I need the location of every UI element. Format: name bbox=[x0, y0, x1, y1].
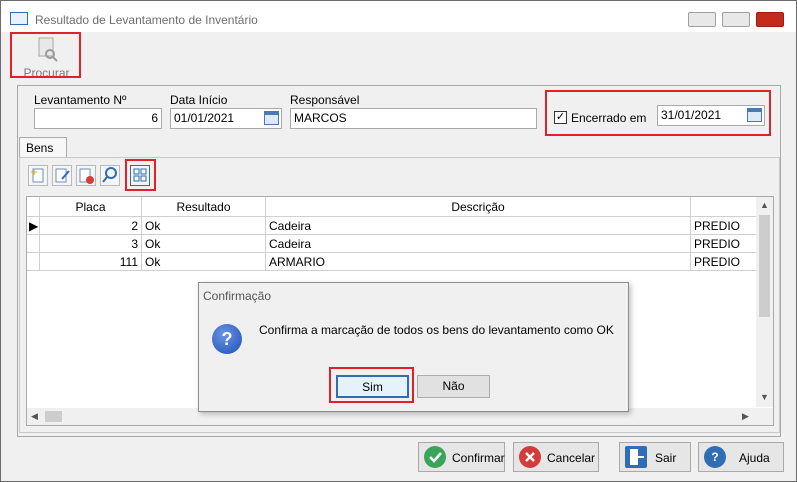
data-inicio-field[interactable]: 01/01/2021 bbox=[170, 108, 282, 129]
edit-item-button[interactable] bbox=[52, 165, 72, 186]
cell-placa[interactable]: 3 bbox=[40, 235, 142, 253]
exit-door-icon bbox=[625, 446, 647, 468]
scroll-down-icon[interactable]: ▼ bbox=[760, 392, 769, 402]
add-item-button[interactable]: + bbox=[28, 165, 48, 186]
cell-resultado[interactable]: Ok bbox=[142, 217, 266, 235]
cancelar-button[interactable]: Cancelar bbox=[513, 442, 599, 472]
responsavel-label: Responsável bbox=[290, 93, 360, 107]
check-icon bbox=[424, 446, 446, 468]
cell-local[interactable]: PREDIO bbox=[691, 217, 757, 235]
scroll-left-icon[interactable]: ◀ bbox=[31, 411, 38, 422]
mark-all-ok-button[interactable] bbox=[130, 165, 150, 186]
question-icon: ? bbox=[212, 324, 242, 354]
tab-bens[interactable]: Bens bbox=[19, 137, 67, 158]
calendar-icon[interactable] bbox=[264, 111, 279, 125]
levantamento-field[interactable]: 6 bbox=[34, 108, 162, 129]
row-indicator bbox=[27, 235, 40, 253]
cell-resultado[interactable]: Ok bbox=[142, 235, 266, 253]
encerrado-checkbox[interactable]: ✓ bbox=[554, 111, 567, 124]
sair-label: Sair bbox=[655, 451, 677, 465]
ajuda-button[interactable]: ? Ajuda bbox=[698, 442, 784, 472]
scroll-right-icon[interactable]: ▶ bbox=[742, 411, 749, 422]
delete-item-button[interactable] bbox=[76, 165, 96, 186]
sair-button[interactable]: Sair bbox=[619, 442, 691, 472]
app-icon bbox=[10, 12, 28, 25]
maximize-button[interactable] bbox=[722, 12, 750, 27]
sim-button[interactable]: Sim bbox=[336, 375, 409, 398]
search-document-icon bbox=[38, 37, 58, 62]
cancelar-label: Cancelar bbox=[547, 451, 596, 465]
column-header-local[interactable] bbox=[691, 197, 757, 217]
delete-document-icon bbox=[79, 168, 94, 184]
data-inicio-label: Data Início bbox=[170, 93, 228, 107]
column-header-resultado[interactable]: Resultado bbox=[142, 197, 266, 217]
cell-descricao[interactable]: Cadeira bbox=[266, 217, 691, 235]
cancel-icon bbox=[519, 446, 541, 468]
confirmar-button[interactable]: Confirmar bbox=[418, 442, 505, 472]
scroll-thumb[interactable] bbox=[759, 215, 770, 317]
cell-descricao[interactable]: ARMARIO bbox=[266, 253, 691, 271]
procurar-label: Procurar bbox=[23, 66, 70, 80]
vertical-scrollbar[interactable]: ▲ ▼ bbox=[756, 197, 773, 407]
procurar-button[interactable]: Procurar bbox=[14, 35, 79, 80]
help-icon: ? bbox=[704, 446, 726, 468]
calendar-icon[interactable] bbox=[747, 108, 762, 122]
edit-document-icon bbox=[55, 168, 70, 183]
dialog-body: ? Confirma a marcação de todos os bens d… bbox=[199, 307, 628, 411]
data-inicio-value: 01/01/2021 bbox=[174, 111, 235, 125]
svg-text:+: + bbox=[30, 167, 38, 178]
confirmation-dialog: Confirmação ? Confirma a marcação de tod… bbox=[198, 282, 629, 412]
encerrado-field[interactable]: 31/01/2021 bbox=[657, 105, 765, 126]
responsavel-field[interactable]: MARCOS bbox=[290, 108, 537, 129]
nao-button[interactable]: Não bbox=[417, 375, 490, 398]
encerrado-label: Encerrado em bbox=[571, 111, 647, 125]
close-button[interactable] bbox=[756, 12, 784, 27]
add-document-icon: + bbox=[30, 167, 44, 183]
hscroll-thumb[interactable] bbox=[45, 411, 62, 422]
column-header-placa[interactable]: Placa bbox=[40, 197, 142, 217]
grid-icon bbox=[133, 168, 147, 182]
levantamento-label: Levantamento Nº bbox=[34, 93, 127, 107]
magnifier-icon bbox=[102, 167, 117, 183]
dialog-message: Confirma a marcação de todos os bens do … bbox=[259, 323, 614, 337]
main-window: Resultado de Levantamento de Inventário … bbox=[0, 0, 797, 482]
column-header-descricao[interactable]: Descrição bbox=[266, 197, 691, 217]
cell-placa[interactable]: 111 bbox=[40, 253, 142, 271]
cell-descricao[interactable]: Cadeira bbox=[266, 235, 691, 253]
row-indicator bbox=[27, 253, 40, 271]
current-row-indicator-icon: ▶ bbox=[27, 217, 40, 235]
encerrado-value: 31/01/2021 bbox=[661, 108, 722, 122]
cell-local[interactable]: PREDIO bbox=[691, 235, 757, 253]
cell-placa[interactable]: 2 bbox=[40, 217, 142, 235]
confirmar-label: Confirmar bbox=[452, 451, 505, 465]
scroll-up-icon[interactable]: ▲ bbox=[760, 200, 769, 210]
search-item-button[interactable] bbox=[100, 165, 120, 186]
cell-resultado[interactable]: Ok bbox=[142, 253, 266, 271]
cell-local[interactable]: PREDIO bbox=[691, 253, 757, 271]
row-indicator-header bbox=[27, 197, 40, 217]
ajuda-label: Ajuda bbox=[739, 451, 770, 465]
window-title: Resultado de Levantamento de Inventário bbox=[35, 13, 258, 27]
minimize-button[interactable] bbox=[688, 12, 716, 27]
dialog-title: Confirmação bbox=[203, 289, 272, 303]
title-bar: Resultado de Levantamento de Inventário bbox=[1, 1, 796, 32]
